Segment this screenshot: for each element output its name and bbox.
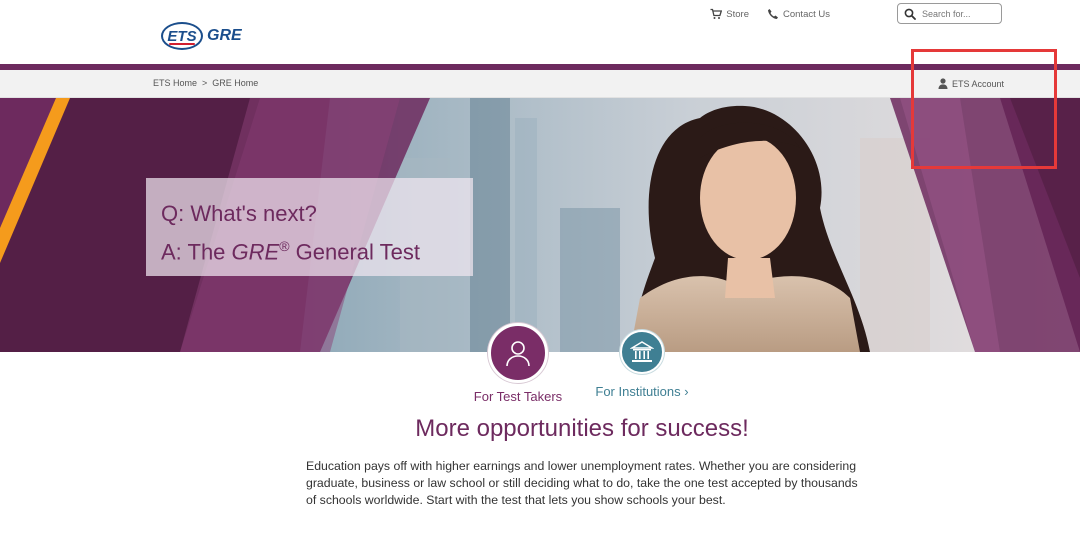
for-institutions-link[interactable]: For Institutions › — [590, 330, 694, 399]
ets-logo-text: ETS — [167, 27, 197, 45]
breadcrumb: ETS Home > GRE Home — [153, 78, 258, 88]
ets-account-link[interactable]: ETS Account — [938, 78, 1004, 89]
store-link[interactable]: Store — [710, 8, 749, 20]
phone-icon — [768, 9, 778, 19]
store-label: Store — [726, 8, 749, 20]
search-input[interactable] — [922, 8, 1000, 19]
registered-mark: ® — [279, 238, 290, 254]
intro-paragraph: Education pays off with higher earnings … — [306, 459, 858, 507]
hero-answer-suffix: General Test — [289, 239, 420, 265]
ets-account-label: ETS Account — [952, 78, 1005, 89]
breadcrumb-separator: > — [202, 78, 208, 88]
hero-banner: Q: What's next? A: The GRE® General Test — [0, 98, 1080, 352]
gre-logo-text: GRE — [207, 27, 242, 44]
breadcrumb-bar: ETS Home > GRE Home ETS Account — [0, 70, 1080, 98]
site-header: ETS GRE Store Contact Us — [0, 0, 1080, 64]
ets-logo-mark: ETS — [161, 22, 203, 50]
for-test-takers-link[interactable]: For Test Takers — [470, 323, 566, 404]
search-box[interactable] — [897, 3, 1002, 24]
breadcrumb-gre-home[interactable]: GRE Home — [212, 78, 258, 88]
contact-us-label: Contact Us — [783, 8, 830, 20]
hero-answer: A: The GRE® General Test — [161, 230, 473, 268]
section-title-text: More opportunities for success! — [415, 415, 749, 442]
hero-headline-box: Q: What's next? A: The GRE® General Test — [146, 178, 473, 276]
test-takers-circle[interactable] — [488, 323, 548, 383]
person-icon — [506, 341, 530, 367]
search-icon[interactable] — [904, 8, 916, 20]
for-institutions-label[interactable]: For Institutions › — [595, 384, 688, 399]
ets-gre-logo[interactable]: ETS GRE — [161, 22, 242, 50]
institution-icon — [630, 341, 654, 362]
hero-answer-brand: GRE — [231, 239, 280, 265]
breadcrumb-ets-home[interactable]: ETS Home — [153, 78, 197, 88]
section-title: More opportunities for success! — [0, 415, 1080, 443]
hero-question: Q: What's next? — [161, 201, 317, 226]
contact-us-link[interactable]: Contact Us — [767, 8, 830, 20]
cart-icon — [710, 8, 723, 19]
user-icon — [938, 78, 948, 89]
utility-links: Store Contact Us — [710, 8, 830, 20]
for-test-takers-label[interactable]: For Test Takers — [474, 389, 562, 404]
hero-answer-prefix: A: The — [161, 239, 232, 265]
institutions-circle[interactable] — [620, 330, 664, 374]
